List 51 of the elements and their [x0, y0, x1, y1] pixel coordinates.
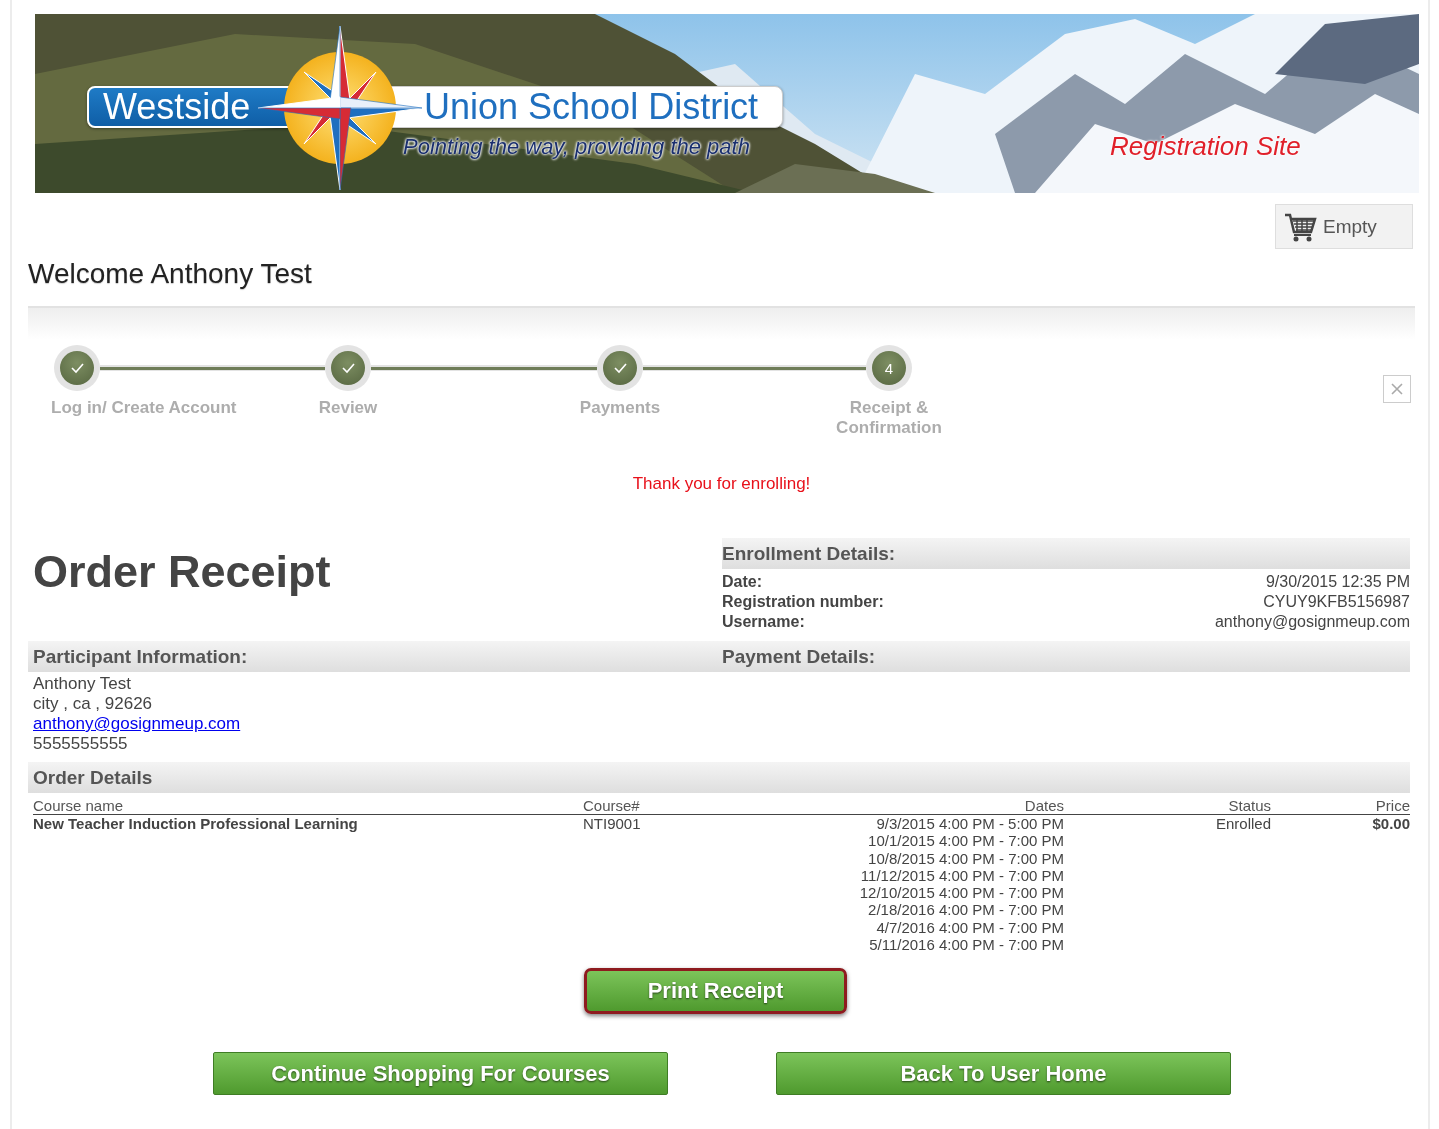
page-title: Order Receipt — [32, 545, 332, 599]
column-header: Course# — [583, 797, 723, 815]
column-header: Dates — [723, 797, 1064, 815]
step-label: Payments — [579, 398, 661, 418]
table-cell: $0.00 — [1271, 814, 1410, 954]
tagline: Pointing the way, providing the path — [403, 134, 750, 160]
participant-address: city , ca , 92626 — [33, 694, 153, 714]
date-range: 10/1/2015 4:00 PM - 7:00 PM — [868, 832, 1064, 850]
nav-button[interactable]: Back To User Home — [776, 1052, 1231, 1096]
confirmation-message: Thank you for enrolling! — [632, 474, 811, 494]
check-icon — [612, 361, 628, 375]
step-label: Receipt & Confirmation — [835, 398, 943, 438]
participant-phone: 5555555555 — [33, 734, 128, 754]
detail-value: anthony@gosignmeup.com — [1214, 612, 1410, 632]
step-label: Log in/ Create Account — [51, 398, 237, 418]
table-cell: Enrolled — [1064, 814, 1271, 954]
step-marker: 4 — [872, 351, 906, 385]
date-range: 12/10/2015 4:00 PM - 7:00 PM — [859, 884, 1064, 902]
detail-label: Username: — [722, 612, 805, 632]
detail-label: Date: — [722, 572, 762, 592]
detail-value: CYUY9KFB5156987 — [1263, 592, 1410, 612]
column-header: Status — [1064, 797, 1271, 815]
close-icon — [1391, 383, 1403, 395]
detail-value: 9/30/2015 12:35 PM — [1265, 572, 1410, 592]
column-header: Price — [1271, 797, 1410, 815]
section-header: Enrollment Details: — [722, 538, 1410, 569]
check-icon — [69, 361, 85, 375]
cart-icon — [1284, 211, 1317, 242]
section-header: Participant Information: — [28, 641, 722, 672]
step-label: Review — [318, 398, 378, 418]
email-link[interactable]: anthony@gosignmeup.com — [33, 714, 241, 734]
detail-label: Registration number: — [722, 592, 884, 612]
table-cell: NTI9001 — [583, 814, 723, 954]
print-button[interactable]: Print Receipt — [584, 968, 847, 1015]
date-range: 11/12/2015 4:00 PM - 7:00 PM — [860, 866, 1064, 885]
table-cell: New Teacher Induction Professional Learning — [33, 814, 583, 954]
close-button[interactable] — [1383, 375, 1411, 403]
cart-button[interactable]: Empty — [1275, 204, 1413, 249]
section-header: Order Details — [28, 762, 1410, 793]
welcome-heading: Welcome Anthony Test — [28, 257, 313, 291]
date-range: 10/8/2015 4:00 PM - 7:00 PM — [868, 849, 1064, 867]
column-header: Course name — [33, 797, 583, 815]
date-range: 2/18/2016 4:00 PM - 7:00 PM — [868, 901, 1064, 919]
participant-name: Anthony Test — [33, 674, 131, 694]
date-range: 4/7/2016 4:00 PM - 7:00 PM — [876, 918, 1064, 937]
nav-button[interactable]: Continue Shopping For Courses — [213, 1052, 668, 1096]
check-icon — [340, 361, 356, 375]
site-label: Registration Site — [1110, 131, 1301, 162]
date-range: 5/11/2016 4:00 PM - 7:00 PM — [869, 936, 1064, 954]
section-header: Payment Details: — [722, 641, 1410, 672]
date-range: 9/3/2015 4:00 PM - 5:00 PM — [876, 815, 1064, 833]
